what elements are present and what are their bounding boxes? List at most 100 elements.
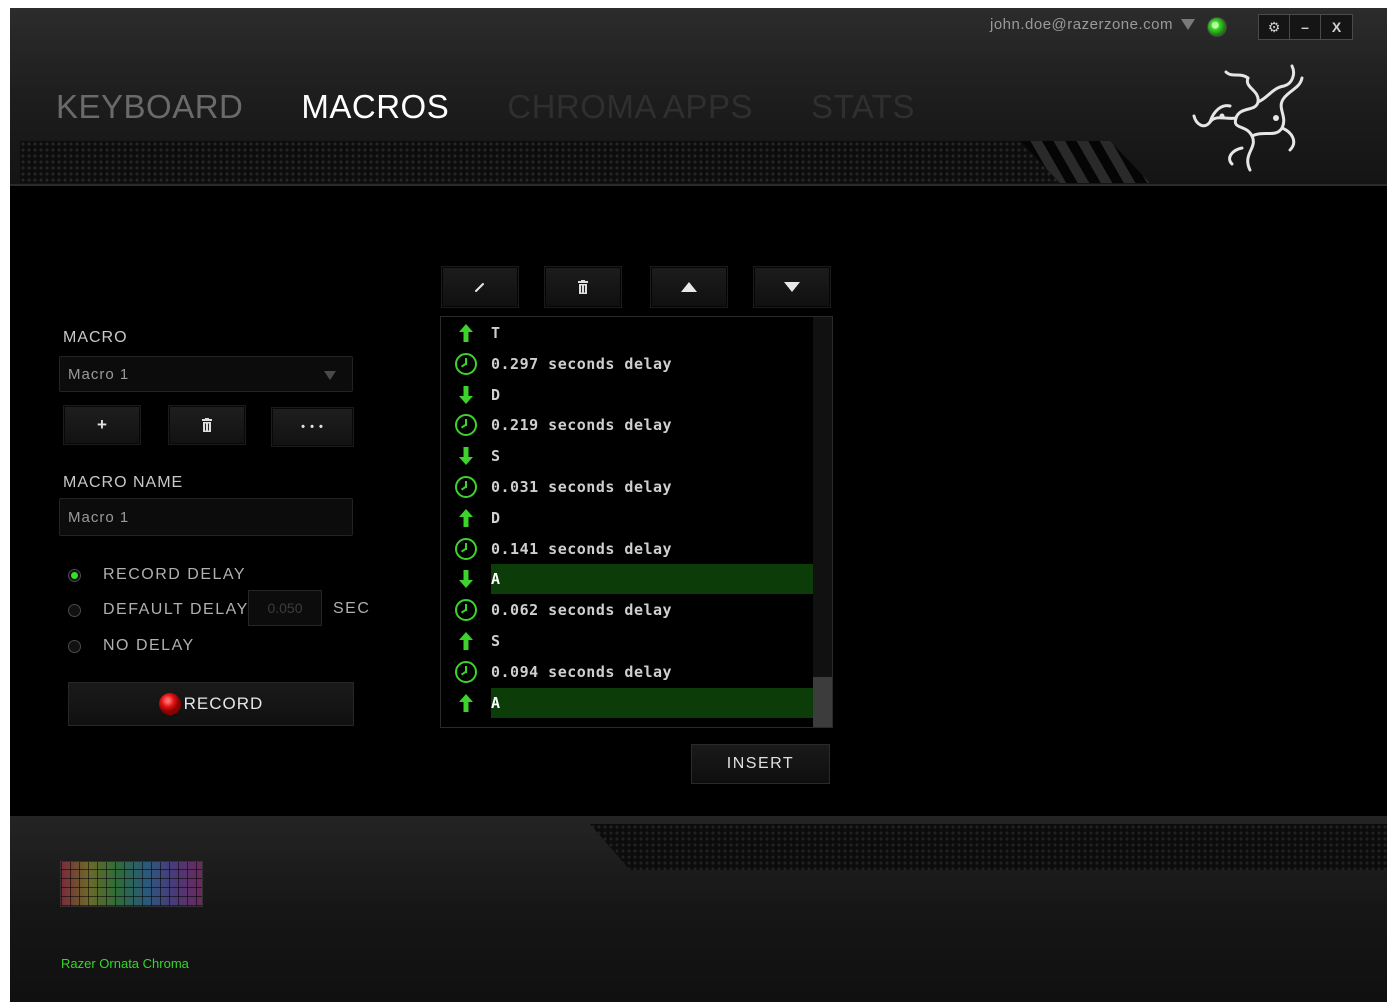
clock-icon [441,352,491,375]
event-text-wrap: 0.094 seconds delay [491,657,813,687]
event-text-wrap: S [491,626,813,656]
chevron-down-icon [324,371,336,380]
event-row[interactable]: D [441,503,813,533]
tab-macros[interactable]: MACROS [301,88,449,126]
arrow-down-icon [441,447,491,466]
event-row[interactable]: 0.094 seconds delay [441,657,813,687]
arrow-down-icon [441,385,491,404]
online-status-icon [1207,17,1227,37]
edit-event-button[interactable] [442,267,518,307]
event-key-text: T [491,324,501,342]
event-row[interactable]: 0.141 seconds delay [441,534,813,564]
arrow-up-icon [441,632,491,650]
event-row[interactable]: 0.062 seconds delay [441,595,813,625]
window-controls: ⚙ – X [1258,14,1353,40]
pencil-icon [475,283,484,292]
event-text-wrap: 0.219 seconds delay [491,410,813,440]
keyboard-device-image[interactable] [60,861,203,907]
settings-button[interactable]: ⚙ [1259,15,1290,39]
macro-section-label: MACRO [63,329,128,346]
event-text-wrap: 0.031 seconds delay [491,472,813,502]
default-delay-option[interactable]: DEFAULT DELAY [68,601,249,619]
arrow-up-icon [681,282,697,292]
macro-name-value: Macro 1 [68,508,130,526]
event-row[interactable]: D [441,380,813,410]
default-delay-input[interactable]: 0.050 [248,590,322,626]
clock-icon [441,660,491,683]
move-up-button[interactable] [651,267,727,307]
event-text-wrap: 0.141 seconds delay [491,534,813,564]
default-delay-radio[interactable] [68,603,81,617]
tab-keyboard[interactable]: KEYBOARD [56,88,243,126]
trash-icon [578,280,588,294]
synapse-window: KEYBOARD MACROS CHROMA APPS STATS john.d… [10,8,1387,1002]
event-row[interactable]: A [441,687,813,718]
tab-stats[interactable]: STATS [811,88,915,126]
insert-button[interactable]: INSERT [691,744,830,784]
razer-logo-icon [1192,64,1304,172]
arrow-down-icon [441,570,491,589]
macro-select-value: Macro 1 [68,365,130,383]
event-row[interactable]: 0.031 seconds delay [441,472,813,502]
event-text-wrap: A [491,564,813,595]
account-email[interactable]: john.doe@razerzone.com [990,16,1173,33]
arrow-up-icon [441,693,491,712]
clock-icon [455,660,477,683]
sec-unit-label: SEC [333,600,371,617]
more-options-button[interactable]: • • • [272,408,353,446]
device-name-label[interactable]: Razer Ornata Chroma [61,956,189,971]
event-delay-text: 0.031 seconds delay [491,478,673,496]
macro-select[interactable]: Macro 1 [59,356,353,392]
macro-name-input[interactable]: Macro 1 [59,498,353,536]
delete-macro-button[interactable] [169,406,245,444]
event-text-wrap: S [491,441,813,471]
record-delay-radio[interactable] [68,568,81,582]
arrow-up-icon [441,508,491,527]
arrow-down-icon [784,282,800,292]
no-delay-radio[interactable] [68,639,81,653]
event-key-text: D [491,508,501,527]
clock-icon [455,352,477,375]
delete-event-button[interactable] [545,267,621,307]
clock-icon [441,476,491,498]
clock-icon [455,476,477,498]
event-delay-text: 0.094 seconds delay [491,662,673,681]
event-list-scrollbar[interactable] [813,317,832,727]
macro-event-list[interactable]: T 0.297 seconds delay D 0.219 seconds delay… [440,316,833,728]
event-text-wrap: D [491,380,813,410]
event-row[interactable]: S [441,441,813,471]
arrow-up-icon [441,324,491,342]
header-divider [10,184,1387,186]
event-key-text: S [491,447,501,466]
add-macro-button[interactable]: + [64,406,140,444]
event-text-wrap: 0.062 seconds delay [491,595,813,625]
event-row[interactable]: A [441,564,813,595]
minimize-button[interactable]: – [1290,15,1321,39]
tab-chroma-apps[interactable]: CHROMA APPS [507,88,753,126]
clock-icon [441,414,491,437]
event-delay-text: 0.062 seconds delay [491,601,673,620]
default-delay-label: DEFAULT DELAY [103,601,249,618]
event-key-text: A [491,570,501,589]
header-bar: KEYBOARD MACROS CHROMA APPS STATS john.d… [10,8,1387,186]
close-button[interactable]: X [1321,15,1352,39]
event-row[interactable]: 0.219 seconds delay [441,410,813,440]
record-button[interactable]: RECORD [68,682,354,726]
record-label: RECORD [183,694,264,713]
move-down-button[interactable] [754,267,830,307]
event-row[interactable]: 0.297 seconds delay [441,349,813,379]
record-delay-option[interactable]: RECORD DELAY [68,566,246,584]
trash-icon [202,418,212,432]
account-dropdown-icon[interactable] [1181,19,1195,30]
event-key-text: S [491,632,501,650]
record-icon [158,693,181,715]
no-delay-option[interactable]: NO DELAY [68,637,195,655]
event-key-text: D [491,385,501,404]
scrollbar-thumb[interactable] [813,677,832,727]
event-text-wrap: T [491,318,813,348]
event-row[interactable]: T [441,318,813,348]
event-row[interactable]: S [441,626,813,656]
footer-hex-pattern [590,824,1387,870]
event-key-text: A [491,693,501,712]
clock-icon [455,537,477,560]
